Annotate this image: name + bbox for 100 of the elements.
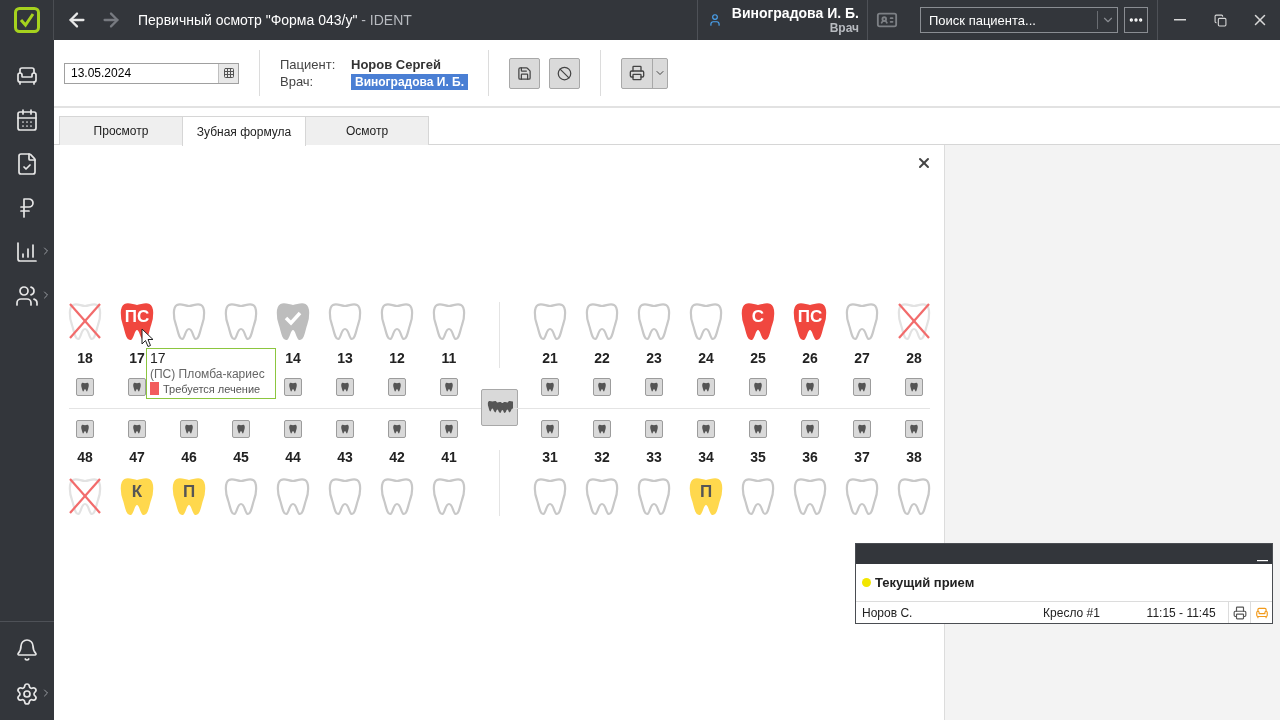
tooth-number: 32 [594,449,610,465]
tooth-number: 11 [441,350,457,366]
tooth-view-button[interactable] [749,420,767,438]
tooth-view-button[interactable] [440,378,458,396]
printer-icon [1232,605,1247,620]
tooth-view-button[interactable] [645,378,663,396]
tooth-number: 37 [854,449,870,465]
tooth-number: 47 [129,449,145,465]
doctor-label: Врач: [280,74,315,89]
tooth-view-button[interactable] [284,378,302,396]
tooth-icon [545,424,555,434]
date-field[interactable]: 13.05.2024 [64,62,239,84]
tooth-view-button[interactable] [284,420,302,438]
tooth-view-button[interactable] [905,378,923,396]
tooth-view-button[interactable] [801,420,819,438]
tooth-icon [805,424,815,434]
tooth-icon[interactable] [688,476,724,516]
tooth-code: К [131,482,143,502]
tooth-icon [288,382,298,392]
tooth-icon[interactable] [119,476,155,516]
chair-cell-text: Кресло #1 [1042,605,1101,620]
tooth-view-button[interactable] [336,420,354,438]
more-button[interactable] [1124,7,1148,33]
tooth-view-button[interactable] [232,420,250,438]
tooth-number: 43 [337,449,353,465]
patient-search-field[interactable]: Поиск пациента... [920,7,1118,33]
app-name: - IDENT [360,12,412,28]
tooth-icon [132,382,142,392]
chair-icon [15,64,39,88]
tooth-view-button[interactable] [593,420,611,438]
tooth-number: 33 [646,449,662,465]
tooth-view-button[interactable] [697,420,715,438]
save-button[interactable] [509,57,540,89]
people-icon [15,284,39,308]
tooth-view-button[interactable] [749,378,767,396]
minimize-icon [1257,560,1268,562]
chair-icon [1254,605,1269,620]
tooth-view-button[interactable] [440,420,458,438]
tooth-number: 18 [77,350,93,366]
tooth-view-button[interactable] [541,420,559,438]
jaw-view-button[interactable] [481,389,518,426]
tooth-number: 44 [285,449,301,465]
tooth-view-button[interactable] [645,420,663,438]
tooth-icon [80,424,90,434]
save-icon [517,65,532,81]
tooltip-tooth-number: 17 [150,350,167,366]
tooth-view-button[interactable] [76,420,94,438]
user-name: Виноградова И. Б. [731,5,859,21]
tooth-view-button[interactable] [801,378,819,396]
bar-chart-icon [15,240,39,264]
time-cell-text: 11:15 - 11:45 [1145,605,1217,620]
tooth-number: 13 [337,350,353,366]
tab[interactable]: Просмотр [59,116,183,145]
doctor-name[interactable]: Виноградова И. Б. [351,73,468,90]
tooth-icon [392,382,402,392]
tooth-code: П [699,482,713,502]
tooth-icon[interactable] [171,476,207,516]
tooth-view-button[interactable] [541,378,559,396]
tab[interactable]: Осмотр [305,116,429,145]
tooth-view-button[interactable] [180,420,198,438]
tooth-number: 42 [389,449,405,465]
tooth-icon [753,382,763,392]
tooth-view-button[interactable] [128,420,146,438]
tooth-icon [444,424,454,434]
tooth-view-button[interactable] [76,378,94,396]
tooth-number: 21 [542,350,558,366]
tooth-icon[interactable] [792,301,828,341]
tooth-icon [392,424,402,434]
calendar-button[interactable] [218,63,238,83]
tooth-number: 45 [233,449,249,465]
tooth-view-button[interactable] [336,378,354,396]
close-button[interactable] [916,155,932,171]
tooth-icon [701,424,711,434]
tooth-number: 12 [389,350,405,366]
tooth-view-button[interactable] [697,378,715,396]
tooth-view-button[interactable] [388,378,406,396]
tooth-view-button[interactable] [853,378,871,396]
tooth-icon[interactable] [740,301,776,341]
tooth-icon [340,382,350,392]
patient-label: Пациент: [280,56,337,72]
bell-icon [15,638,39,662]
tab[interactable]: Зубная формула [182,116,306,146]
tooth-view-button[interactable] [905,420,923,438]
tooth-number: 36 [802,449,818,465]
cancel-button[interactable] [549,57,580,89]
tooth-code: П [182,482,196,502]
tooth-view-button[interactable] [853,420,871,438]
panel-title: Текущий прием [875,575,975,590]
window-title: Первичный осмотр "Форма 043/у" [138,12,358,28]
tooth-view-button[interactable] [593,378,611,396]
tooth-icon [545,382,555,392]
tooth-number: 41 [441,449,457,465]
search-input[interactable]: Поиск пациента... [921,12,1097,28]
tooth-number: 35 [750,449,766,465]
user-role: Врач [829,21,859,35]
cancel-icon [557,65,572,81]
tooth-view-button[interactable] [388,420,406,438]
tooth-code: С [751,307,765,327]
tooth-number: 17 [129,350,145,366]
tooth-view-button[interactable] [128,378,146,396]
